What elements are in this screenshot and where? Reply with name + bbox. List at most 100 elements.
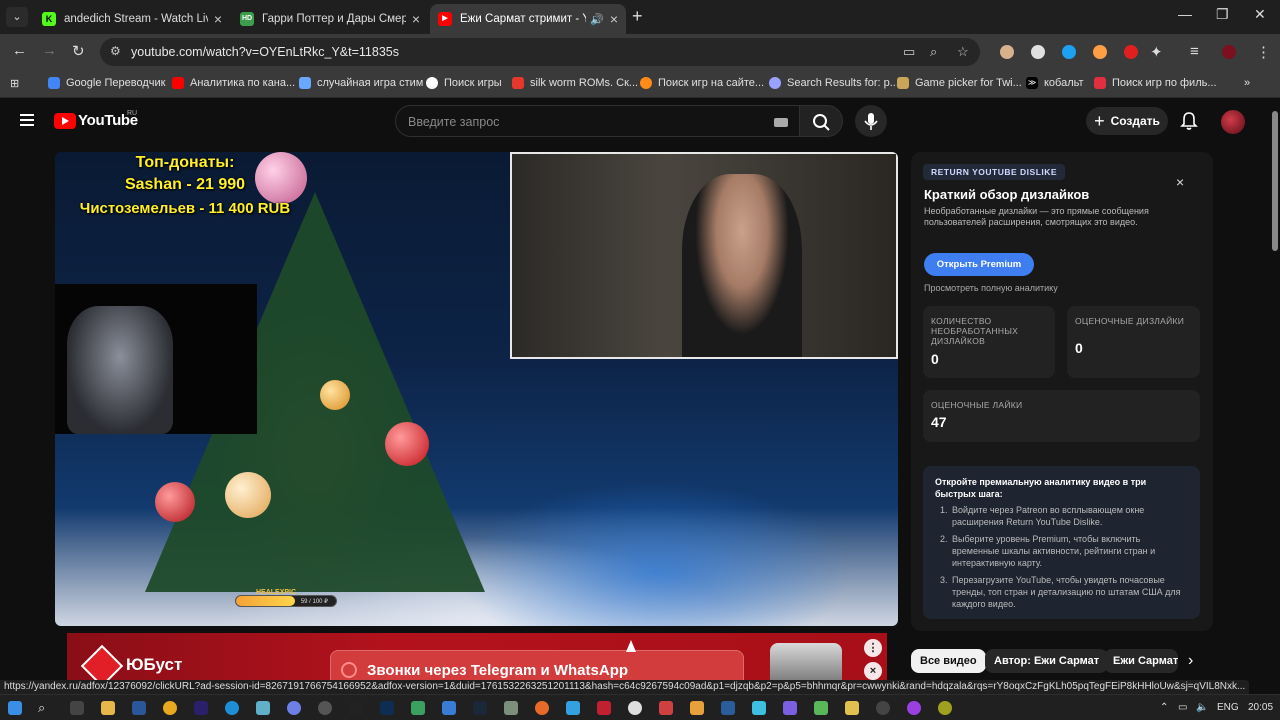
- app-icon[interactable]: [690, 701, 704, 715]
- bookmark-search-results[interactable]: Search Results for: p...: [769, 77, 899, 89]
- photoshop-icon[interactable]: [380, 701, 394, 715]
- chip-by-author[interactable]: Автор: Ежи Сармат: [985, 649, 1109, 673]
- extension-blue-icon[interactable]: [1062, 45, 1076, 59]
- extension-orange-icon[interactable]: [1093, 45, 1107, 59]
- app-icon[interactable]: [318, 701, 332, 715]
- app-icon[interactable]: [938, 701, 952, 715]
- network-icon[interactable]: ▭: [1178, 702, 1187, 713]
- create-button[interactable]: + Создать: [1086, 107, 1168, 135]
- browser-tab-youtube[interactable]: ▶ Ежи Сармат стримит - You 🔊 ×: [430, 4, 626, 34]
- chip-channel[interactable]: Ежи Сармат: [1104, 649, 1178, 673]
- app-icon[interactable]: [256, 701, 270, 715]
- browser-tab-kick[interactable]: K andedich Stream - Watch Live o ×: [34, 4, 230, 34]
- maximize-button[interactable]: ❐: [1216, 6, 1229, 23]
- bookmark-game-site-search[interactable]: Поиск игр на сайте...: [640, 77, 764, 89]
- bookmark-cobalt[interactable]: ≫ кобальт: [1026, 77, 1084, 89]
- address-bar[interactable]: ⚙ youtube.com/watch?v=OYEnLtRkc_Y&t=1183…: [100, 38, 980, 66]
- chevron-right-icon[interactable]: ›: [1188, 652, 1193, 670]
- chrome-icon[interactable]: [163, 701, 177, 715]
- tray-overflow-icon[interactable]: ⌃: [1160, 702, 1168, 713]
- bookmark-silkworm[interactable]: silk worm ROMs. Ск...: [512, 77, 638, 89]
- app-icon[interactable]: [628, 701, 642, 715]
- search-input[interactable]: Введите запрос: [395, 105, 800, 137]
- page-scrollbar[interactable]: [1270, 99, 1280, 694]
- windows-start-icon[interactable]: [8, 701, 22, 715]
- ad-headline-box[interactable]: Звонки через Telegram и WhatsApp: [330, 650, 744, 680]
- volume-icon[interactable]: 🔈: [1196, 702, 1208, 713]
- media-control-icon[interactable]: ≡: [1190, 43, 1199, 60]
- bookmark-game-picker[interactable]: Game picker for Twi...: [897, 77, 1022, 89]
- browser-tab-harry-potter[interactable]: HD Гарри Поттер и Дары Смерти ×: [232, 4, 428, 34]
- more-bookmarks-icon[interactable]: »: [1244, 77, 1250, 89]
- forward-arrow-icon[interactable]: →: [42, 42, 57, 59]
- app-icon[interactable]: [907, 701, 921, 715]
- voice-search-button[interactable]: [855, 105, 887, 137]
- open-premium-button[interactable]: Открыть Premium: [924, 253, 1034, 276]
- chip-all-videos[interactable]: Все видео: [911, 649, 986, 673]
- more-options-icon[interactable]: ⋮: [864, 639, 882, 657]
- app-icon[interactable]: [535, 701, 549, 715]
- app-icon[interactable]: [752, 701, 766, 715]
- close-icon[interactable]: ×: [1176, 174, 1184, 190]
- file-explorer-icon[interactable]: [101, 701, 115, 715]
- app-icon[interactable]: [814, 701, 828, 715]
- bookmark-game-search[interactable]: Поиск игры: [426, 77, 502, 89]
- install-app-icon[interactable]: ▭: [903, 44, 915, 60]
- app-icon[interactable]: [845, 701, 859, 715]
- bookmark-random-steam[interactable]: случайная игра стим: [299, 77, 423, 89]
- return-youtube-dislike-extension-icon[interactable]: [1124, 45, 1138, 59]
- keyboard-icon[interactable]: [774, 118, 788, 127]
- app-icon[interactable]: [287, 701, 301, 715]
- close-ad-icon[interactable]: ×: [864, 662, 882, 680]
- extension-face-icon[interactable]: [1000, 45, 1014, 59]
- app-icon[interactable]: [721, 701, 735, 715]
- app-icon[interactable]: [876, 701, 890, 715]
- hamburger-menu-icon[interactable]: [20, 114, 34, 126]
- edge-icon[interactable]: [225, 701, 239, 715]
- steam-icon[interactable]: [473, 701, 487, 715]
- extensions-puzzle-icon[interactable]: ✦: [1150, 43, 1163, 61]
- tab-close-icon[interactable]: ×: [610, 11, 618, 27]
- address-url[interactable]: youtube.com/watch?v=OYEnLtRkc_Y&t=11835s: [131, 45, 399, 59]
- search-button[interactable]: [799, 105, 843, 137]
- user-avatar[interactable]: [1221, 110, 1245, 134]
- bookmark-star-icon[interactable]: ☆: [957, 44, 969, 60]
- scrollbar-thumb[interactable]: [1272, 111, 1278, 251]
- language-indicator[interactable]: ENG: [1217, 702, 1239, 713]
- app-icon[interactable]: [504, 701, 518, 715]
- premiere-icon[interactable]: [194, 701, 208, 715]
- app-icon[interactable]: [442, 701, 456, 715]
- app-icon[interactable]: [783, 701, 797, 715]
- speaker-icon[interactable]: 🔊: [590, 13, 604, 26]
- zoom-icon[interactable]: ⌕: [930, 44, 937, 60]
- close-window-button[interactable]: ✕: [1254, 6, 1266, 23]
- bookmark-analytics[interactable]: Аналитика по кана...: [172, 77, 295, 89]
- youtube-logo-icon[interactable]: [54, 113, 76, 129]
- site-info-icon[interactable]: ⚙: [110, 44, 121, 58]
- app-icon[interactable]: [566, 701, 580, 715]
- tab-close-icon[interactable]: ×: [412, 11, 420, 27]
- settings-icon[interactable]: [70, 701, 84, 715]
- minimize-button[interactable]: —: [1178, 6, 1192, 22]
- reload-icon[interactable]: ↻: [72, 42, 85, 60]
- back-arrow-icon[interactable]: ←: [12, 42, 27, 59]
- notifications-button[interactable]: [1180, 111, 1198, 136]
- tab-close-icon[interactable]: ×: [214, 11, 222, 27]
- clock[interactable]: 20:05: [1248, 702, 1273, 713]
- bookmark-movie-games[interactable]: Поиск игр по филь...: [1094, 77, 1217, 89]
- epic-games-icon[interactable]: [349, 701, 363, 715]
- new-tab-button[interactable]: +: [632, 6, 643, 27]
- app-icon[interactable]: [597, 701, 611, 715]
- apps-grid-icon[interactable]: ⊞: [10, 77, 19, 90]
- extension-white-icon[interactable]: [1031, 45, 1045, 59]
- browser-menu-icon[interactable]: ⋮: [1256, 43, 1271, 61]
- word-icon[interactable]: [132, 701, 146, 715]
- tab-search-button[interactable]: ⌄: [6, 7, 28, 27]
- video-player[interactable]: Топ-донаты: Sashan - 21 990 Чистоземелье…: [55, 152, 898, 626]
- ad-banner[interactable]: ЮБуст Звонки через Telegram и WhatsApp ⋮…: [67, 633, 887, 680]
- bookmark-google-translate[interactable]: Google Переводчик: [48, 77, 166, 89]
- search-icon[interactable]: ⌕: [38, 700, 45, 716]
- app-icon[interactable]: [411, 701, 425, 715]
- app-icon[interactable]: [659, 701, 673, 715]
- profile-avatar-icon[interactable]: [1222, 45, 1236, 59]
